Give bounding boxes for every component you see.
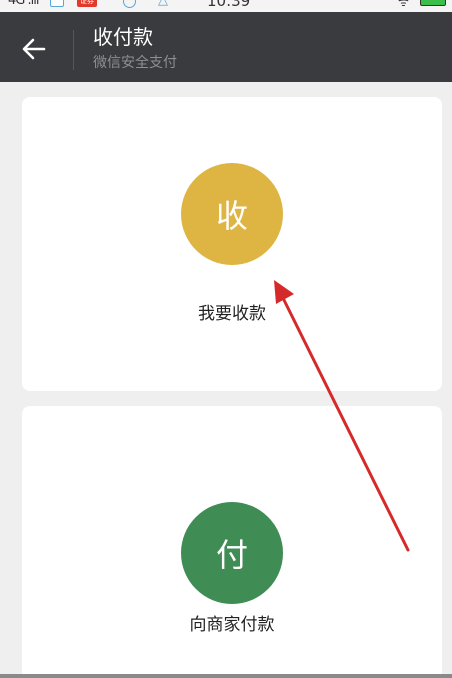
battery-icon xyxy=(420,0,446,6)
back-button[interactable] xyxy=(22,34,62,64)
status-bar: 4G .ıll 证券 △ 10:39 ᯤ xyxy=(0,0,452,12)
securities-app-badge: 证券 xyxy=(80,0,94,5)
securities-app-icon: 证券 xyxy=(77,0,97,7)
title-divider xyxy=(73,30,74,70)
pay-icon: 付 xyxy=(181,502,283,604)
wifi-icon: ᯤ xyxy=(398,0,409,9)
page-title: 收付款 xyxy=(93,25,153,49)
back-arrow-icon xyxy=(22,38,46,60)
bottom-edge xyxy=(0,674,452,678)
warning-icon: △ xyxy=(158,0,168,8)
signal-indicator: 4G .ıll xyxy=(8,0,39,8)
mail-icon xyxy=(50,0,64,7)
pay-label: 向商家付款 xyxy=(189,615,275,635)
receive-icon: 收 xyxy=(181,163,283,265)
pay-merchant-card[interactable]: 付 向商家付款 xyxy=(22,406,442,678)
status-time: 10:39 xyxy=(207,0,251,10)
missed-call-icon xyxy=(123,0,136,8)
title-bar: 收付款 微信安全支付 xyxy=(0,12,452,82)
page-subtitle: 微信安全支付 xyxy=(93,55,177,71)
receive-label: 我要收款 xyxy=(198,304,266,324)
receive-payment-card[interactable]: 收 我要收款 xyxy=(22,97,442,391)
